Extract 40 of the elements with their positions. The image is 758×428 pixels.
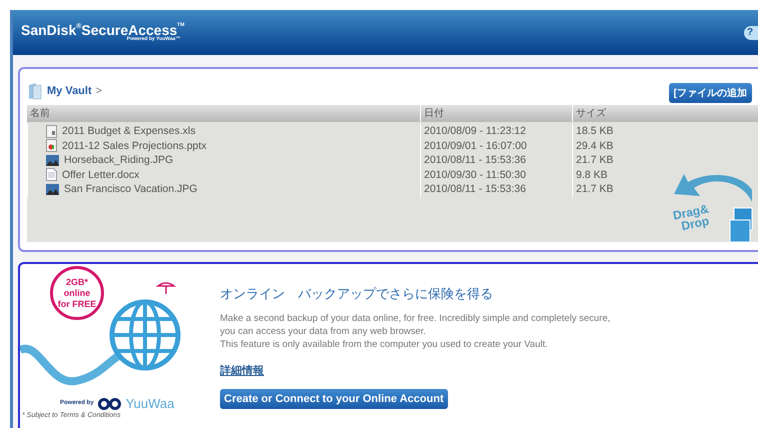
- breadcrumb-separator: >: [96, 84, 102, 99]
- badge-text: for FREE: [58, 298, 96, 310]
- badge-text: 2GB*: [66, 276, 88, 288]
- breadcrumb-link[interactable]: My Vault: [47, 82, 92, 100]
- online-account-button[interactable]: Create or Connect to your Online Account: [220, 389, 448, 409]
- date-cell: 2010/08/11 - 15:53:36: [420, 182, 572, 196]
- picture-icon: [46, 154, 59, 166]
- promo-title: オンライン バックアップでさらに保険を得る: [220, 285, 493, 303]
- file-name[interactable]: 2011 Budget & Expenses.xls: [62, 124, 196, 138]
- document-icon: [46, 168, 57, 182]
- picture-icon: [46, 184, 59, 195]
- column-header[interactable]: 日付: [420, 105, 572, 122]
- column-header[interactable]: サイズ: [572, 105, 758, 122]
- file-name[interactable]: San Francisco Vacation.JPG: [64, 182, 198, 196]
- size-cell: 21.7 KB: [572, 153, 758, 168]
- description-line: Make a second backup of your data online, for free. Incredibly simple and completely secure,: [220, 312, 610, 324]
- add-file-button[interactable]: [ファイルの追加: [668, 83, 752, 103]
- size-cell: 18.5 KB: [572, 124, 758, 138]
- date-cell: 2010/09/30 - 11:50:30: [420, 168, 572, 182]
- umbrella-icon: [157, 282, 175, 295]
- file-name[interactable]: 2011-12 Sales Projections.pptx: [62, 138, 207, 153]
- help-button[interactable]: ?: [744, 26, 758, 40]
- date-cell: 2010/08/11 - 15:53:36: [420, 153, 572, 168]
- infinity-logo-icon: [96, 398, 123, 410]
- date-cell: 2010/08/09 - 11:23:12: [420, 124, 572, 138]
- description-line: This feature is only available from the computer you used to create your Vault.: [220, 338, 549, 350]
- date-cell: 2010/09/01 - 16:07:00: [420, 138, 572, 153]
- file-name[interactable]: Horseback_Riding.JPG: [64, 153, 174, 168]
- folder-icon: [27, 82, 43, 100]
- file-name[interactable]: Offer Letter.docx: [62, 168, 140, 182]
- badge-text: online: [64, 288, 90, 298]
- description-line: you can access your data from any web browser.: [220, 324, 427, 338]
- globe-icon: [110, 300, 180, 370]
- column-header[interactable]: 名前: [27, 105, 420, 122]
- size-cell: 29.4 KB: [572, 138, 758, 153]
- partner-name: YuuWaa: [126, 395, 174, 413]
- product-name: SecureAccess: [81, 23, 178, 37]
- details-link[interactable]: 詳細情報: [220, 362, 264, 379]
- slide-document-icon: [46, 139, 57, 152]
- brand-name: SanDisk: [21, 23, 76, 37]
